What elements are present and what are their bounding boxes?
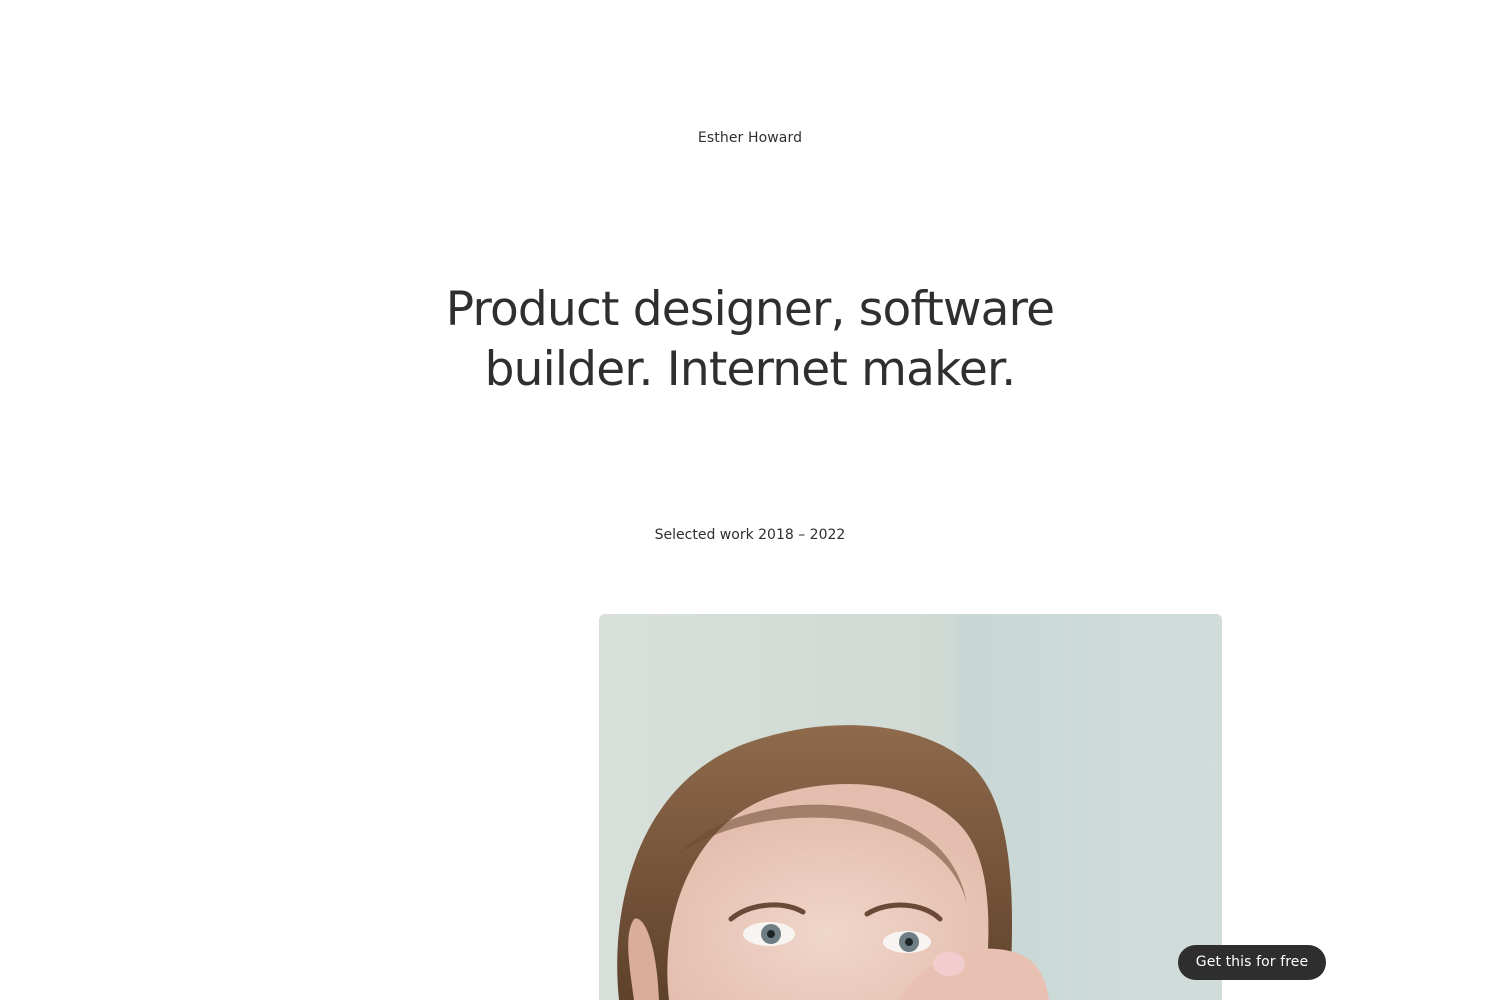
hero-title-line-1: Product designer, software	[445, 282, 1055, 337]
work-card-image[interactable]	[599, 614, 1222, 1000]
hero-title: Product designer, software builder. Inte…	[0, 280, 1500, 400]
selected-work-label: Selected work 2018 – 2022	[654, 527, 846, 543]
site-name[interactable]: Esther Howard	[0, 128, 1500, 148]
hero-title-line-2: builder. Internet maker.	[484, 342, 1017, 397]
get-this-for-free-button[interactable]: Get this for free	[1178, 945, 1326, 980]
photo-icon	[599, 614, 1222, 1000]
